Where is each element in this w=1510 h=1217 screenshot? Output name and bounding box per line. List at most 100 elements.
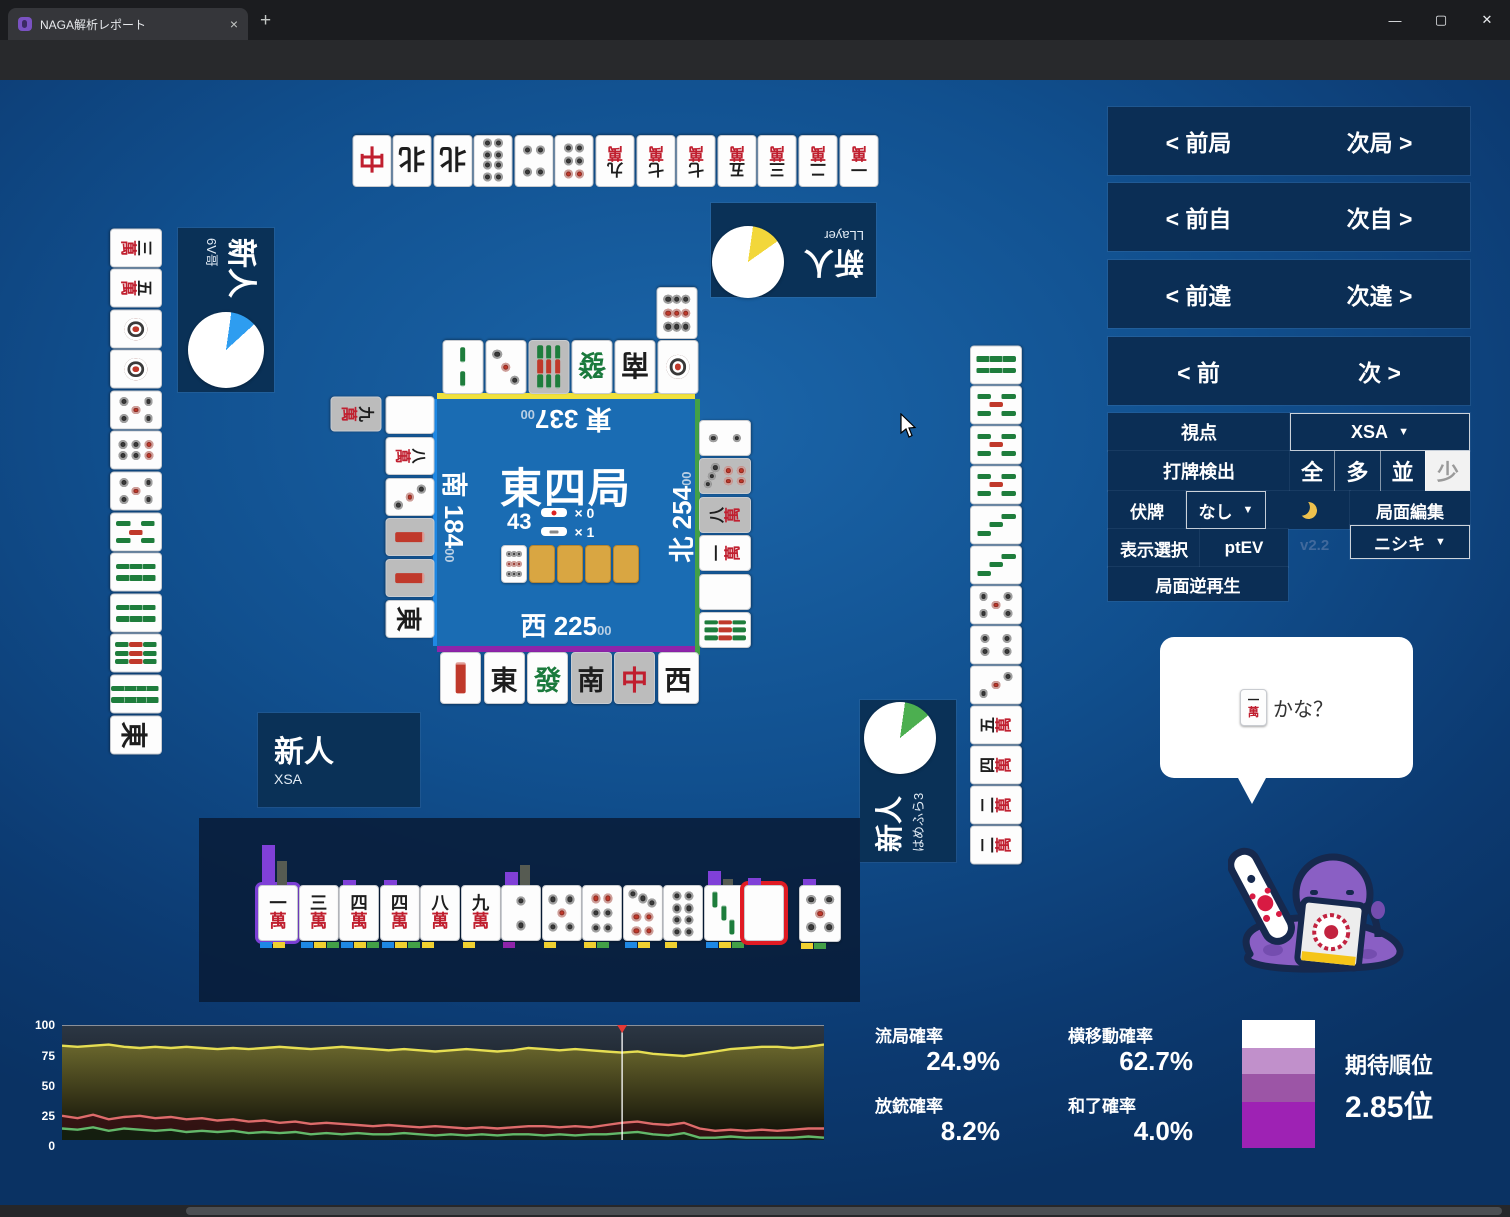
ai-choice-marks bbox=[705, 942, 744, 948]
mahjong-tile-1s bbox=[385, 559, 434, 598]
suggested-tile: 一萬 bbox=[1240, 689, 1267, 726]
prev-self-button[interactable]: < 前自 bbox=[1108, 200, 1289, 234]
mahjong-tile-8s bbox=[110, 674, 162, 714]
stat-label-ryukyoku: 流局確率 bbox=[875, 1027, 943, 1046]
next-diff-button[interactable]: 次違 > bbox=[1289, 277, 1470, 311]
mahjong-tile-1p bbox=[657, 340, 698, 394]
window-maximize-button[interactable]: ▢ bbox=[1418, 0, 1464, 40]
ai-choice-marks bbox=[381, 942, 420, 948]
mahjong-tile-6p bbox=[110, 430, 162, 470]
stat-value-ryukyoku: 24.9% bbox=[926, 1046, 1000, 1076]
ai-choice-marks bbox=[260, 942, 285, 948]
mahjong-tile-1m[interactable]: 一萬 bbox=[258, 885, 298, 941]
mahjong-tile-1m: 一萬 bbox=[1240, 689, 1267, 726]
board-edit-button[interactable]: 局面編集 bbox=[1350, 491, 1470, 529]
scrollbar-thumb[interactable] bbox=[186, 1207, 1502, 1215]
riichi-stick-icon bbox=[541, 508, 568, 517]
mahjong-tile-4m[interactable]: 四萬 bbox=[379, 885, 420, 941]
browser-tab[interactable]: NAGA解析レポート × bbox=[8, 8, 248, 40]
next-step-button[interactable]: 次 > bbox=[1289, 354, 1470, 388]
mahjong-tile-8m[interactable]: 八萬 bbox=[420, 885, 460, 941]
next-round-button[interactable]: 次局 > bbox=[1289, 124, 1470, 158]
mahjong-tile-5s bbox=[970, 425, 1022, 464]
ai-choice-marks bbox=[341, 942, 379, 948]
mahjong-tile-3s[interactable] bbox=[703, 885, 744, 941]
new-tab-button[interactable]: + bbox=[260, 10, 271, 32]
stat-label-yokoido: 横移動確率 bbox=[1068, 1027, 1153, 1046]
player-rank: 新人 bbox=[804, 245, 864, 278]
mahjong-tile-back bbox=[557, 545, 583, 583]
hand-tile-slot[interactable] bbox=[703, 871, 744, 948]
ai-choice-marks bbox=[543, 942, 556, 948]
mahjong-tile-3m[interactable]: 三萬 bbox=[298, 885, 339, 941]
dahai-option-few[interactable]: 少 bbox=[1424, 451, 1470, 491]
dahai-detect-label: 打牌検出 bbox=[1108, 451, 1290, 491]
mahjong-tile-E: 東 bbox=[483, 652, 525, 704]
mahjong-tile-5p bbox=[970, 585, 1022, 624]
hand-tile-slot[interactable]: 九萬 bbox=[460, 885, 501, 948]
honba-stick-icon bbox=[541, 527, 568, 536]
prev-diff-button[interactable]: < 前違 bbox=[1108, 277, 1289, 311]
window-minimize-button[interactable]: — bbox=[1372, 0, 1418, 40]
mahjong-tile-Wh bbox=[385, 396, 434, 434]
mahjong-tile-2m: 二萬 bbox=[798, 135, 838, 187]
hand-tile-slot[interactable] bbox=[582, 885, 622, 948]
dark-mode-button[interactable] bbox=[1266, 491, 1350, 529]
mahjong-tile-2p[interactable] bbox=[501, 885, 541, 941]
mahjong-tile-4m[interactable]: 四萬 bbox=[339, 885, 379, 941]
hand-tile-slot[interactable]: 三萬 bbox=[298, 885, 339, 948]
dahai-option-normal[interactable]: 並 bbox=[1379, 451, 1425, 491]
hand-tile-slot[interactable]: 一萬 bbox=[258, 845, 298, 948]
horizontal-scrollbar[interactable] bbox=[0, 1205, 1510, 1217]
mahjong-tile-7p[interactable] bbox=[622, 885, 663, 941]
chevron-down-icon: ▼ bbox=[1435, 536, 1446, 548]
discard-river-bottom: 東發南中西 bbox=[440, 652, 701, 704]
hand-tile-slot[interactable]: 四萬 bbox=[339, 880, 379, 948]
mahjong-tile-5p[interactable] bbox=[541, 885, 582, 941]
viewpoint-select[interactable]: XSA ▼ bbox=[1290, 413, 1470, 451]
mahjong-tile-3p bbox=[485, 340, 526, 394]
mahjong-tile-9m[interactable]: 九萬 bbox=[460, 885, 501, 941]
window-close-button[interactable]: ✕ bbox=[1464, 0, 1510, 40]
mahjong-tile-6p[interactable] bbox=[582, 885, 622, 941]
prev-step-button[interactable]: < 前 bbox=[1108, 354, 1289, 388]
stat-value-hora: 4.0% bbox=[1133, 1116, 1193, 1146]
dahai-detect-segments: 全 多 並 少 bbox=[1290, 451, 1470, 491]
ai-choice-marks bbox=[624, 942, 650, 948]
chevron-down-icon: ▼ bbox=[1398, 426, 1409, 438]
hand-tile-slot[interactable] bbox=[541, 885, 582, 948]
nav-round-row: < 前局 次局 > bbox=[1108, 107, 1470, 175]
probability-chart[interactable] bbox=[62, 1025, 824, 1140]
mahjong-tile-Wh[interactable] bbox=[744, 885, 784, 941]
dahai-option-many[interactable]: 多 bbox=[1334, 451, 1379, 491]
honba-count: × 1 bbox=[574, 523, 595, 540]
ptev-button[interactable]: ptEV bbox=[1200, 529, 1288, 567]
dahai-option-all[interactable]: 全 bbox=[1290, 451, 1334, 491]
hand-tile-slot[interactable] bbox=[744, 878, 784, 941]
prev-round-button[interactable]: < 前局 bbox=[1108, 124, 1289, 158]
fusehai-select[interactable]: なし ▼ bbox=[1186, 491, 1266, 529]
hand-tile-slot[interactable]: 四萬 bbox=[379, 880, 420, 948]
hand-tile-slot[interactable] bbox=[799, 879, 841, 949]
y-tick-75: 75 bbox=[41, 1049, 55, 1063]
hand-tile-slot[interactable] bbox=[501, 865, 541, 948]
mahjong-tile-8p[interactable] bbox=[663, 885, 703, 941]
ai-choice-marks bbox=[665, 942, 677, 948]
browser-toolbar: ‹ › ⟳ ⛉ https://naga.dmv.nico/htmls/6ee0… bbox=[0, 40, 1510, 114]
hand-tile-slot[interactable] bbox=[663, 885, 703, 948]
y-tick-0: 0 bbox=[48, 1139, 55, 1153]
tab-close-icon[interactable]: × bbox=[230, 16, 238, 32]
model-select[interactable]: ニシキ ▼ bbox=[1350, 525, 1470, 559]
reverse-play-button[interactable]: 局面逆再生 bbox=[1108, 567, 1288, 601]
mahjong-tile-5s bbox=[970, 465, 1022, 504]
dora-indicator-row bbox=[501, 545, 639, 583]
fusehai-label: 伏牌 bbox=[1108, 491, 1186, 529]
next-self-button[interactable]: 次自 > bbox=[1289, 200, 1470, 234]
hand-tile-slot[interactable]: 八萬 bbox=[420, 885, 460, 948]
stat-label-hora: 和了確率 bbox=[1068, 1097, 1136, 1116]
mahjong-tile-5p[interactable] bbox=[799, 885, 841, 942]
mahjong-tile-back bbox=[529, 545, 555, 583]
mahjong-tile-1p bbox=[110, 309, 162, 349]
discard-river-top-row2 bbox=[656, 287, 699, 339]
hand-tile-slot[interactable] bbox=[622, 885, 663, 948]
